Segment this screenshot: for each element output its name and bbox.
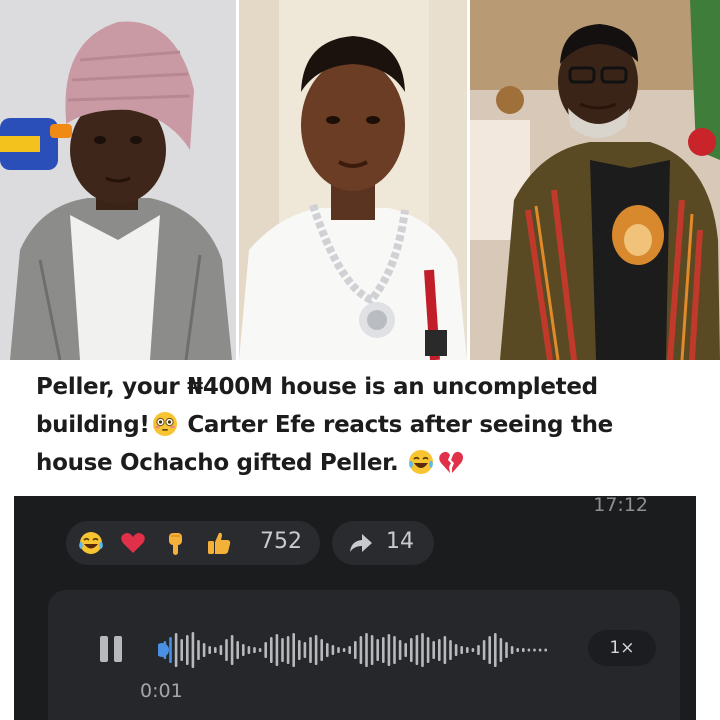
waveform-bar bbox=[471, 648, 475, 652]
waveform-bar bbox=[331, 645, 335, 655]
waveform-bar bbox=[482, 640, 486, 660]
waveform-bar bbox=[202, 643, 206, 657]
waveform-bar bbox=[466, 647, 469, 653]
reaction-count: 752 bbox=[260, 529, 302, 554]
waveform-bar bbox=[292, 633, 295, 667]
waveform-bar bbox=[477, 645, 480, 655]
waveform-bar bbox=[326, 643, 329, 657]
voice-message-bubble: 1× 0:01 bbox=[48, 590, 680, 720]
reactions-pill[interactable]: 752 bbox=[66, 521, 320, 565]
waveform-bar bbox=[387, 634, 391, 666]
waveform-bar bbox=[281, 638, 284, 662]
headline-line-3: house Ochacho gifted Peller. bbox=[36, 450, 399, 476]
headline-line-2b: Carter Efe reacts after seeing the bbox=[187, 412, 613, 438]
waveform-bar bbox=[382, 637, 385, 663]
waveform-bar bbox=[225, 639, 228, 661]
waveform-bar bbox=[348, 646, 351, 654]
waveform-bar bbox=[320, 639, 323, 661]
waveform-bar bbox=[236, 641, 239, 659]
waveform-bar bbox=[342, 648, 346, 652]
waveform-bar bbox=[264, 642, 267, 658]
tears-of-joy-icon bbox=[408, 449, 434, 475]
waveform-bar bbox=[303, 642, 307, 658]
waveform-bar bbox=[219, 645, 223, 655]
waveform-bar bbox=[449, 640, 452, 660]
waveform-bar bbox=[275, 634, 279, 666]
waveform-bar bbox=[432, 641, 435, 659]
waveform-bar bbox=[410, 638, 413, 662]
waveform-bar bbox=[393, 636, 396, 664]
waveform-bar bbox=[415, 635, 419, 665]
waveform-bar bbox=[505, 642, 508, 658]
waveform-bar bbox=[359, 636, 363, 664]
waveform-bar bbox=[404, 643, 407, 657]
waveform-bar bbox=[376, 639, 379, 661]
headline: Peller, your ₦400M house is an uncomplet… bbox=[36, 368, 696, 482]
audio-waveform[interactable] bbox=[158, 628, 558, 672]
playhead-dot[interactable] bbox=[158, 643, 169, 657]
flushed-face-icon bbox=[152, 411, 178, 437]
chat-screenshot: 17:12 752 14 1× 0:01 bbox=[14, 496, 696, 720]
waveform-bar bbox=[499, 638, 503, 662]
waveform-bar bbox=[510, 646, 514, 654]
waveform-bar bbox=[191, 632, 195, 668]
headline-line-2a: building! bbox=[36, 412, 150, 438]
playback-speed-button[interactable]: 1× bbox=[588, 630, 656, 666]
waveform-bar bbox=[337, 647, 340, 653]
waveform-bar bbox=[174, 633, 178, 667]
waveform-bar bbox=[298, 640, 301, 660]
waveform-bar bbox=[214, 647, 217, 653]
waveform-bar bbox=[242, 644, 245, 656]
waveform-bar bbox=[258, 648, 262, 652]
waveform-bar bbox=[197, 640, 200, 660]
waveform-bar bbox=[169, 637, 172, 663]
waveform-bar bbox=[230, 635, 234, 665]
waveform-bar bbox=[309, 637, 312, 663]
waveform-bar bbox=[314, 635, 318, 665]
waveform-bar bbox=[438, 639, 441, 661]
photo-man-pink-beanie bbox=[0, 0, 236, 360]
headline-line-1: Peller, your ₦400M house is an uncomplet… bbox=[36, 374, 598, 400]
broken-heart-icon bbox=[438, 449, 464, 475]
pause-button[interactable] bbox=[100, 636, 124, 662]
waveform-bar bbox=[443, 636, 447, 664]
waveform-bar bbox=[516, 648, 519, 652]
waveform-bar bbox=[488, 636, 491, 664]
photo-collage bbox=[0, 0, 720, 360]
forward-arrow-icon bbox=[348, 530, 374, 556]
pointing-down-reaction-icon bbox=[162, 530, 188, 556]
waveform-bar bbox=[538, 648, 542, 652]
waveform-bar bbox=[426, 637, 430, 663]
waveform-bar bbox=[253, 647, 256, 653]
waveform-bar bbox=[460, 646, 463, 654]
photo-young-man-chain bbox=[239, 0, 467, 360]
waveform-bar bbox=[180, 639, 183, 661]
tears-of-joy-reaction-icon bbox=[78, 530, 104, 556]
waveform-bar bbox=[544, 648, 547, 652]
waveform-bar bbox=[186, 635, 189, 665]
waveform-bar bbox=[370, 635, 374, 665]
waveform-bar bbox=[527, 648, 531, 652]
waveform-bar bbox=[454, 644, 458, 656]
voice-duration: 0:01 bbox=[140, 680, 183, 702]
reactions-row: 752 14 bbox=[66, 521, 436, 565]
waveform-bar bbox=[270, 637, 273, 663]
waveform-bar bbox=[421, 633, 424, 667]
waveform-bar bbox=[494, 633, 497, 667]
forward-count: 14 bbox=[386, 529, 414, 554]
waveform-bar bbox=[286, 636, 290, 664]
waveform-bar bbox=[365, 633, 368, 667]
waveform-bar bbox=[354, 641, 357, 659]
waveform-bar bbox=[522, 648, 525, 652]
waveform-bar bbox=[247, 646, 251, 654]
waveform-bar bbox=[398, 640, 402, 660]
message-timestamp: 17:12 bbox=[593, 496, 648, 516]
thumbs-up-reaction-icon bbox=[206, 530, 232, 556]
red-heart-reaction-icon bbox=[120, 530, 146, 556]
photo-man-lion-shirt bbox=[470, 0, 720, 360]
waveform-bar bbox=[533, 648, 536, 652]
forward-pill[interactable]: 14 bbox=[332, 521, 434, 565]
waveform-bar bbox=[208, 646, 211, 654]
